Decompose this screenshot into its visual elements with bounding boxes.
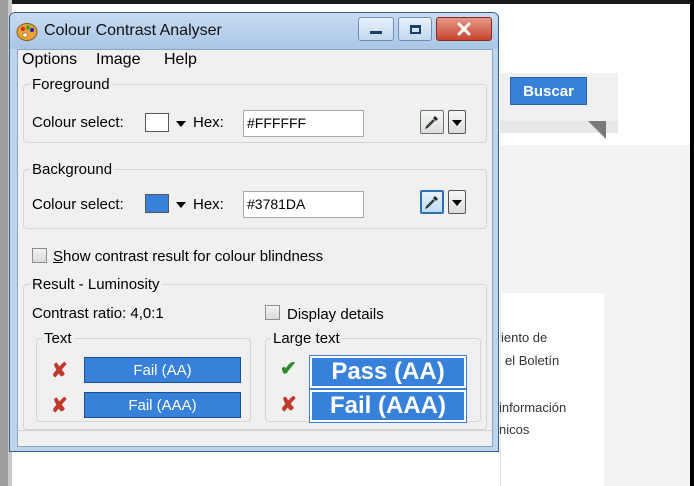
menu-help[interactable]: Help xyxy=(164,51,197,69)
eyedropper-icon xyxy=(424,116,438,130)
foreground-hex-input[interactable]: #FFFFFF xyxy=(243,110,364,137)
foreground-group-title: Foreground xyxy=(30,76,112,93)
background-left-strip-dark xyxy=(0,0,8,486)
background-colour-dropdown-icon[interactable] xyxy=(176,202,186,208)
background-hex-input[interactable]: #3781DA xyxy=(243,191,364,218)
window-client-area: Options Image Help Foreground Colour sel… xyxy=(17,49,493,447)
palette-icon xyxy=(16,23,38,41)
fail-mark-icon: ✘ xyxy=(51,395,68,417)
background-hex-label: Hex: xyxy=(193,196,224,213)
eyedropper-icon xyxy=(424,196,438,210)
foreground-picker-dropdown[interactable] xyxy=(448,110,466,134)
chevron-down-icon xyxy=(452,200,462,206)
menu-image[interactable]: Image xyxy=(96,51,140,69)
background-colour-select-label: Colour select: xyxy=(32,196,124,213)
cca-window: Colour Contrast Analyser Options Image H… xyxy=(9,12,499,452)
text-result-title: Text xyxy=(42,330,74,347)
colour-blindness-label-accel: S xyxy=(53,248,64,265)
large-text-result-title: Large text xyxy=(271,330,342,347)
large-text-aaa-result: Fail (AAA) xyxy=(309,389,467,423)
contrast-ratio-text: Contrast ratio: 4,0:1 xyxy=(32,305,164,322)
foreground-picker-button[interactable] xyxy=(420,110,444,134)
close-icon xyxy=(457,22,471,36)
colour-blindness-label[interactable]: Show contrast result for colour blindnes… xyxy=(53,248,323,265)
result-group-title: Result - Luminosity xyxy=(30,276,162,293)
background-dropdown-triangle xyxy=(588,121,606,139)
status-bar xyxy=(18,430,492,446)
close-button[interactable] xyxy=(436,17,492,41)
background-group-title: Background xyxy=(30,161,115,178)
search-button[interactable]: Buscar xyxy=(510,77,587,105)
window-titlebar[interactable]: Colour Contrast Analyser xyxy=(10,13,498,49)
display-details-label[interactable]: Display details xyxy=(287,306,384,323)
large-text-aa-result: Pass (AA) xyxy=(309,355,467,389)
foreground-colour-swatch[interactable] xyxy=(145,113,169,132)
foreground-colour-dropdown-icon[interactable] xyxy=(176,121,186,127)
background-text-line: el Boletín xyxy=(505,353,560,368)
background-text-line: iento de xyxy=(501,330,548,345)
background-text-line: nicos xyxy=(499,422,530,437)
background-picker-button[interactable] xyxy=(420,190,444,214)
display-details-checkbox[interactable] xyxy=(265,305,280,320)
foreground-colour-select-label: Colour select: xyxy=(32,114,124,131)
maximize-icon xyxy=(409,24,421,34)
text-aaa-result: Fail (AAA) xyxy=(84,392,241,418)
fail-mark-icon: ✘ xyxy=(280,394,297,416)
minimize-icon xyxy=(370,30,382,34)
window-title: Colour Contrast Analyser xyxy=(44,22,222,39)
colour-blindness-label-rest: how contrast result for colour blindness xyxy=(63,248,324,265)
menu-bar: Options Image Help xyxy=(18,50,492,71)
background-right-border xyxy=(690,0,694,486)
background-picker-dropdown[interactable] xyxy=(448,190,466,214)
fail-mark-icon: ✘ xyxy=(51,360,68,382)
background-top-band xyxy=(0,0,694,4)
chevron-down-icon xyxy=(452,120,462,126)
foreground-hex-label: Hex: xyxy=(193,114,224,131)
colour-blindness-checkbox[interactable] xyxy=(32,248,47,263)
text-aa-result: Fail (AA) xyxy=(84,357,241,383)
minimize-button[interactable] xyxy=(358,17,394,41)
pass-checkmark-icon: ✔ xyxy=(280,358,297,380)
background-colour-swatch[interactable] xyxy=(145,194,169,213)
background-content-box xyxy=(500,293,604,486)
background-text-line: información xyxy=(499,400,567,415)
menu-options[interactable]: Options xyxy=(22,51,77,69)
maximize-button[interactable] xyxy=(398,17,432,41)
